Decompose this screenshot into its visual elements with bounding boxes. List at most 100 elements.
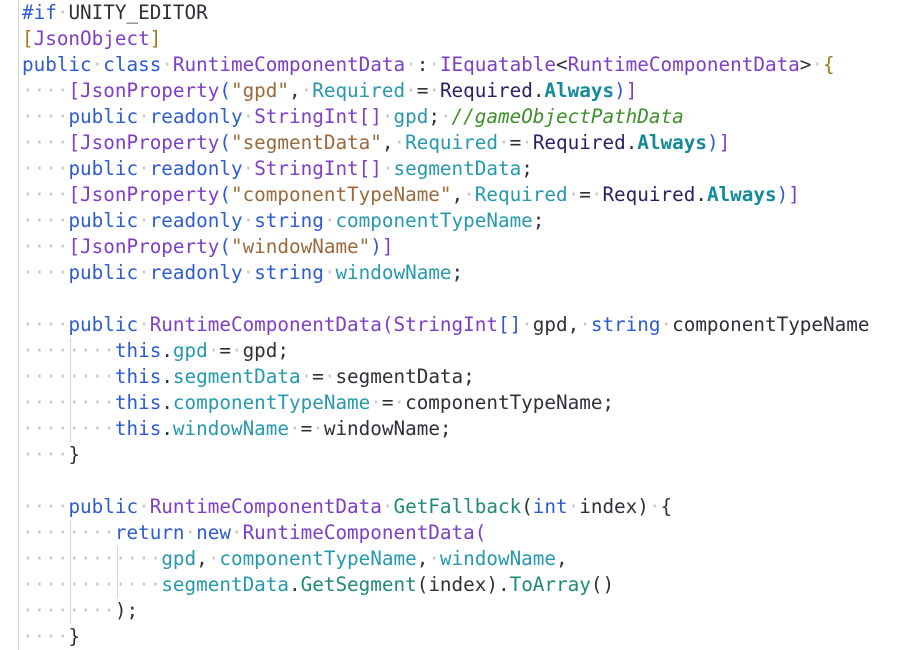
- code-token: .: [289, 573, 301, 596]
- code-token: "componentTypeName": [230, 183, 452, 206]
- whitespace-dot: ·: [323, 365, 336, 388]
- code-token: this: [114, 391, 162, 414]
- indent-whitespace: ····: [68, 547, 115, 570]
- code-token: [: [68, 235, 81, 258]
- code-token: index: [428, 573, 487, 596]
- code-line[interactable]: ············ segmentData.GetSegment(index…: [22, 572, 869, 598]
- code-token: ,: [567, 313, 580, 336]
- code-token: Required: [474, 183, 568, 206]
- whitespace-dot: ·: [393, 131, 406, 154]
- indent-whitespace: ····: [22, 79, 69, 102]
- code-token: :: [416, 53, 429, 76]
- code-line[interactable]: ····public·readonly·StringInt[]·segmentD…: [22, 156, 869, 182]
- whitespace-dot: ·: [381, 105, 394, 128]
- code-token: componentTypeName: [219, 547, 417, 570]
- code-area[interactable]: #if·UNITY_EDITOR [JsonObject] public·class…: [22, 0, 869, 650]
- code-token: componentTypeName: [672, 313, 870, 336]
- code-token: string: [590, 313, 661, 336]
- code-token: segmentData;: [335, 365, 475, 388]
- indent-whitespace: ····: [22, 599, 69, 622]
- code-token: (: [474, 521, 487, 544]
- code-token: Always: [706, 183, 777, 206]
- code-line[interactable]: #if·UNITY_EDITOR: [22, 0, 869, 26]
- whitespace-dot: ·: [138, 495, 150, 518]
- whitespace-dot: ·: [579, 313, 591, 336]
- code-line[interactable]: ····}: [22, 442, 869, 468]
- code-line[interactable]: ····public·readonly·StringInt[]·gpd;·//g…: [22, 104, 869, 130]
- code-line[interactable]: ········);: [22, 598, 869, 624]
- whitespace-dot: ·: [521, 313, 533, 336]
- code-token: JsonProperty: [80, 183, 220, 206]
- indent-guide: [116, 572, 118, 598]
- code-line[interactable]: ········ this.componentTypeName·=·compone…: [22, 390, 869, 416]
- whitespace-dot: ·: [811, 53, 824, 76]
- code-token: .: [695, 183, 707, 206]
- code-token: (): [590, 573, 615, 596]
- code-token: segmentData: [172, 365, 301, 388]
- code-line[interactable]: ····public·RuntimeComponentData(StringIn…: [22, 312, 869, 338]
- code-line[interactable]: ········ return·new·RuntimeComponentData(: [22, 520, 869, 546]
- code-token: windowName: [335, 261, 452, 284]
- indent-guide: [70, 416, 72, 442]
- code-token: .: [161, 339, 173, 362]
- indent-whitespace: ····: [22, 495, 69, 518]
- whitespace-dot: ·: [56, 1, 69, 24]
- code-token: ): [486, 573, 498, 596]
- code-token: ,: [289, 79, 301, 102]
- code-line[interactable]: ····public·RuntimeComponentData·GetFallb…: [22, 494, 869, 520]
- code-line[interactable]: ····[JsonProperty("windowName")]: [22, 234, 869, 260]
- code-line[interactable]: [22, 286, 869, 312]
- code-editor[interactable]: #if·UNITY_EDITOR [JsonObject] public·class…: [0, 0, 900, 650]
- indent-guide: [70, 364, 72, 390]
- whitespace-dot: ·: [300, 365, 313, 388]
- code-token: new: [196, 521, 231, 544]
- code-token: RuntimeComponentData: [149, 313, 382, 336]
- code-line[interactable]: ····public·readonly·string·windowName;: [22, 260, 869, 286]
- code-token: );: [114, 599, 139, 622]
- code-token: .: [161, 417, 173, 440]
- code-token: class: [103, 53, 162, 76]
- code-line[interactable]: public·class·RuntimeComponentData·:·IEqu…: [22, 52, 869, 78]
- code-token: [: [68, 131, 81, 154]
- code-token: componentTypeName: [172, 391, 371, 414]
- code-line[interactable]: [JsonObject]: [22, 26, 869, 52]
- code-token: =: [312, 365, 324, 388]
- code-token: #if: [22, 1, 57, 24]
- code-token: ,: [556, 547, 568, 570]
- indent-whitespace: ····: [22, 391, 69, 414]
- code-token: <: [556, 53, 568, 76]
- code-token: RuntimeComponentData: [567, 53, 800, 76]
- indent-whitespace: ····: [22, 365, 69, 388]
- whitespace-dot: ·: [405, 79, 417, 102]
- whitespace-dot: ·: [405, 53, 417, 76]
- code-token: []: [497, 313, 522, 336]
- code-token: {: [660, 495, 673, 518]
- code-token: UNITY_EDITOR: [68, 1, 208, 24]
- code-token: .: [161, 391, 173, 414]
- code-token: ]: [788, 183, 800, 206]
- code-token: gpd: [393, 105, 429, 128]
- code-token: Required: [439, 79, 533, 102]
- code-line[interactable]: ····[JsonProperty("gpd",·Required·=·Requ…: [22, 78, 869, 104]
- code-line[interactable]: ········ this.segmentData·=·segmentData;: [22, 364, 869, 390]
- code-token: this: [114, 339, 162, 362]
- code-line[interactable]: ········ this.gpd·=·gpd;: [22, 338, 869, 364]
- code-token: readonly: [149, 209, 243, 232]
- code-line[interactable]: ····[JsonProperty("componentTypeName",·R…: [22, 182, 869, 208]
- code-token: JsonProperty: [80, 131, 220, 154]
- code-token: ;: [451, 261, 464, 284]
- code-token: readonly: [149, 157, 243, 180]
- indent-guide: [70, 572, 72, 598]
- indent-whitespace: ····: [114, 547, 162, 570]
- code-line[interactable]: ····[JsonProperty("segmentData",·Require…: [22, 130, 869, 156]
- code-line[interactable]: [22, 468, 869, 494]
- code-line[interactable]: ········ this.windowName·=·windowName;: [22, 416, 869, 442]
- code-token: .: [532, 79, 545, 102]
- code-token: ]: [625, 79, 638, 102]
- code-line[interactable]: ····}: [22, 624, 869, 650]
- code-token: componentTypeName: [335, 209, 533, 232]
- code-line[interactable]: ····public·readonly·string·componentType…: [22, 208, 869, 234]
- code-line[interactable]: ············ gpd,·componentTypeName,·wind…: [22, 546, 869, 572]
- code-token: this: [114, 365, 162, 388]
- code-token: //gameObjectPathData: [451, 105, 684, 128]
